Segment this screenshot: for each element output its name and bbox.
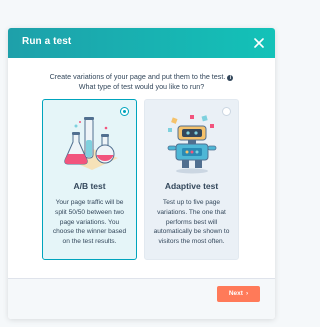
modal-title: Run a test xyxy=(22,36,72,47)
robot-icon xyxy=(167,115,217,174)
lab-flasks-icon xyxy=(64,117,118,170)
next-button-label: Next xyxy=(228,290,243,297)
chevron-right-icon: › xyxy=(245,290,249,297)
adaptive-test-title: Adaptive test xyxy=(164,181,219,191)
ab-test-title: A/B test xyxy=(73,181,106,191)
modal-header: Run a test xyxy=(8,28,275,58)
next-button[interactable]: Next › xyxy=(217,286,260,302)
ab-test-description: Your page traffic will be split 50/50 be… xyxy=(52,199,127,246)
run-test-modal: Run a test Create variations of your pag… xyxy=(8,28,275,319)
ab-test-option-card[interactable]: A/B test Your page traffic will be split… xyxy=(42,99,137,260)
adaptive-test-description: Test up to five page variations. The one… xyxy=(153,199,230,246)
close-icon xyxy=(254,38,264,48)
intro-text: Create variations of your page and put t… xyxy=(18,72,265,92)
close-button[interactable] xyxy=(251,35,267,51)
modal-footer: Next › xyxy=(8,278,275,319)
intro-line-1: Create variations of your page and put t… xyxy=(49,72,226,81)
adaptive-test-option-card[interactable]: Adaptive test Test up to five page varia… xyxy=(144,99,239,260)
intro-line-2: What type of test would you like to run? xyxy=(78,82,205,91)
info-icon[interactable]: i xyxy=(227,75,234,81)
